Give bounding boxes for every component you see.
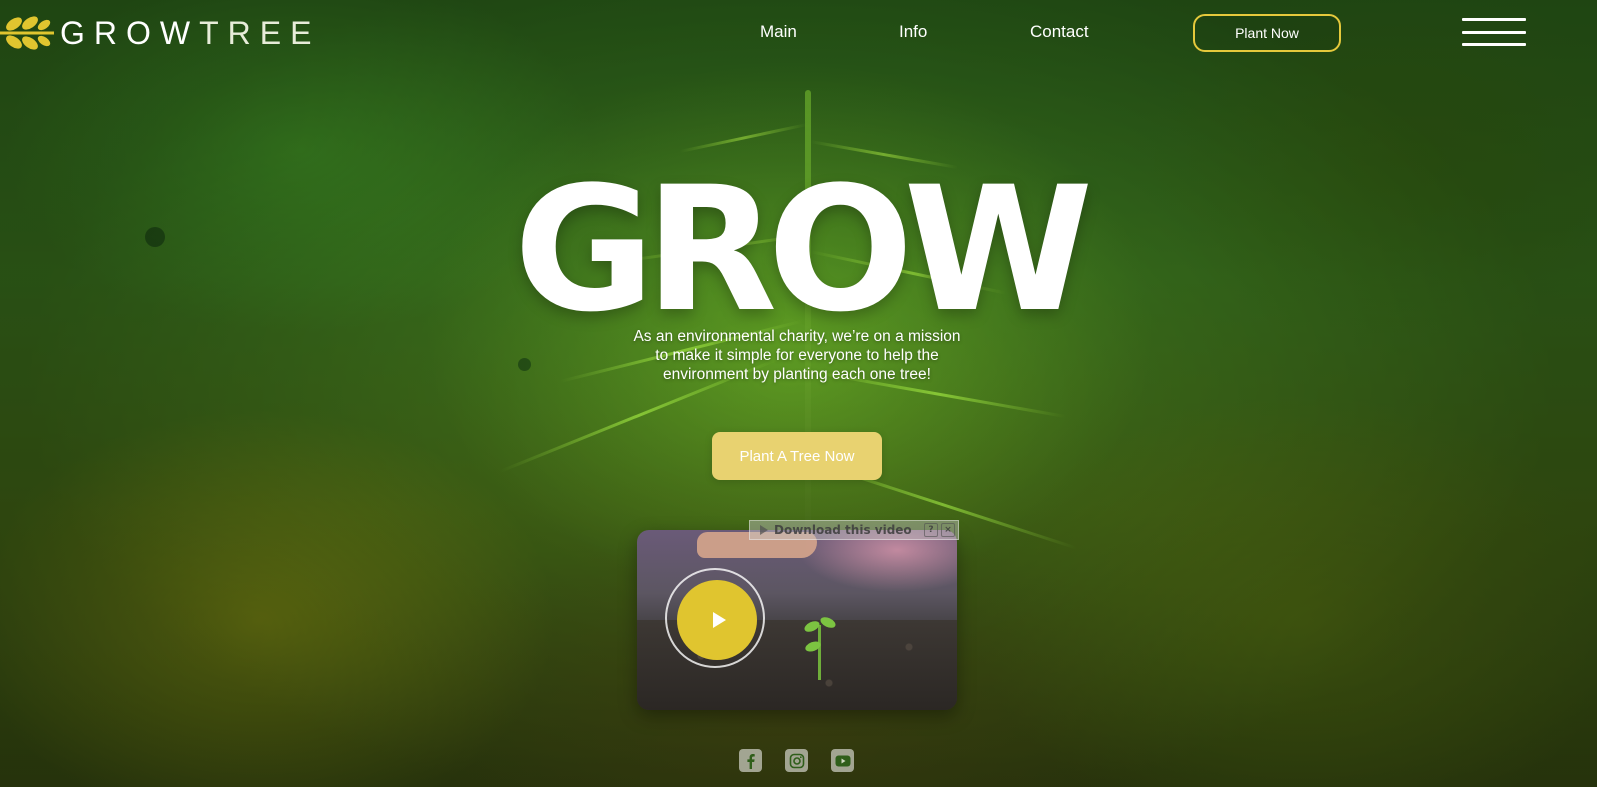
main-nav: Main Info Contact bbox=[0, 22, 1597, 46]
social-links bbox=[739, 749, 854, 772]
youtube-glyph bbox=[835, 755, 850, 766]
video-player[interactable] bbox=[637, 530, 957, 710]
instagram-glyph bbox=[789, 753, 804, 768]
hero-title: GROW bbox=[513, 149, 1094, 350]
page: GROWTREE Main Info Contact Plant Now GRO… bbox=[0, 0, 1597, 787]
help-icon[interactable]: ? bbox=[924, 523, 938, 537]
facebook-glyph bbox=[746, 753, 755, 769]
download-video-bar[interactable]: Download this video ? × bbox=[749, 520, 959, 540]
hero-description: As an environmental charity, we’re on a … bbox=[633, 328, 961, 383]
download-video-label: Download this video bbox=[774, 523, 912, 537]
instagram-icon[interactable] bbox=[785, 749, 808, 772]
hamburger-line bbox=[1462, 43, 1526, 46]
youtube-icon[interactable] bbox=[831, 749, 854, 772]
play-button[interactable] bbox=[677, 580, 757, 660]
hamburger-line bbox=[1462, 30, 1526, 34]
nav-link-main[interactable]: Main bbox=[760, 22, 797, 42]
facebook-icon[interactable] bbox=[739, 749, 762, 772]
play-icon bbox=[712, 612, 726, 628]
nav-link-info[interactable]: Info bbox=[899, 22, 927, 42]
bokeh-dot bbox=[518, 358, 531, 371]
sprout-image bbox=[818, 625, 821, 680]
plant-a-tree-button[interactable]: Plant A Tree Now bbox=[712, 432, 882, 480]
plant-now-button[interactable]: Plant Now bbox=[1193, 14, 1341, 52]
close-icon[interactable]: × bbox=[941, 523, 955, 537]
download-arrow-icon bbox=[760, 525, 768, 535]
hamburger-menu-icon[interactable] bbox=[1462, 18, 1526, 46]
nav-link-contact[interactable]: Contact bbox=[1030, 22, 1089, 42]
hamburger-line bbox=[1462, 18, 1526, 21]
